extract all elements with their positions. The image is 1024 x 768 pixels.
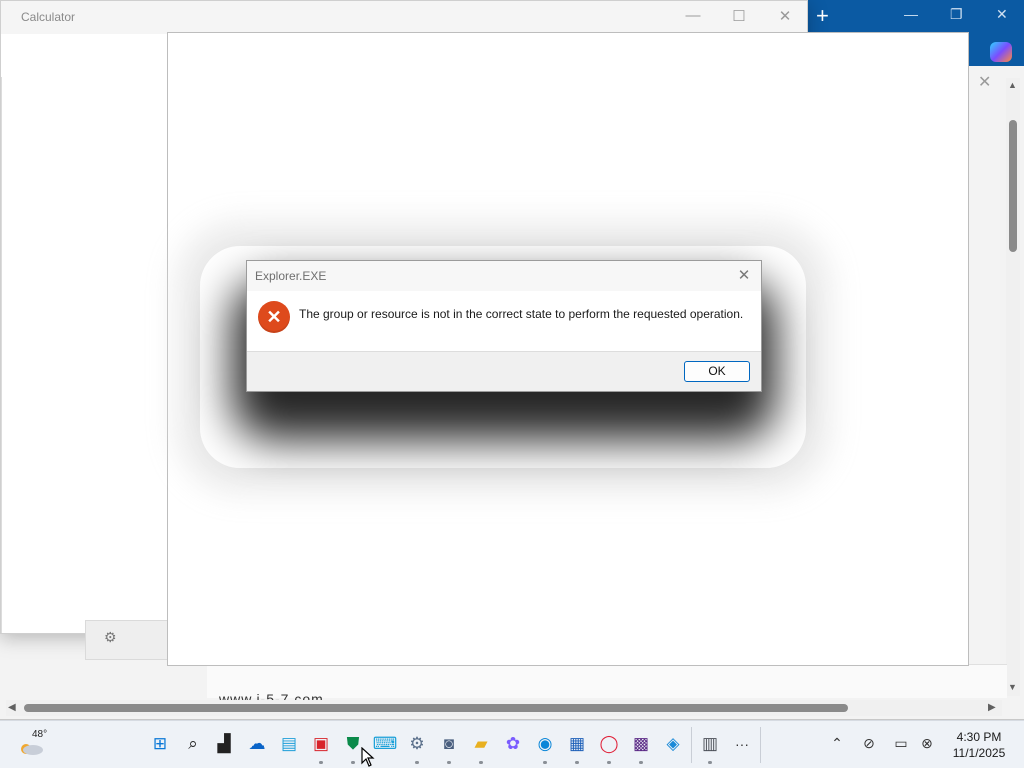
scroll-down-icon[interactable]: ▼ — [1008, 682, 1017, 692]
notepad-icon[interactable]: ▤ — [278, 733, 300, 755]
calculator-close-button[interactable]: ✕ — [770, 7, 800, 25]
search-icon[interactable]: ⌕ — [182, 733, 204, 755]
calculator-minimize-button[interactable]: — — [678, 7, 708, 24]
taskbar: 48° ⊞ ⌕ ▟ ☁ ▤ ▣ ⛊ ⌨ ⚙ ◙ ▰ ✿ ◉ ▦ ◯ ▩ ◈ ▥ ··· ⌃ ⊘ ▭ ⊗ 4:30 P… — [0, 720, 1024, 768]
horizontal-scrollbar[interactable]: ◀ ▶ — [6, 700, 1002, 716]
running-indicator — [447, 761, 451, 764]
camera-icon[interactable]: ◙ — [438, 733, 460, 755]
calculator-settings-area[interactable]: ⚙ — [85, 620, 168, 660]
error-dialog: Explorer.EXE ✕ ✕ The group or resource i… — [246, 260, 762, 392]
copilot-badge-icon[interactable] — [990, 42, 1012, 62]
taskbar-separator — [691, 727, 692, 763]
task-view-icon[interactable]: ▟ — [213, 733, 235, 755]
panel-close-button[interactable]: ✕ — [978, 72, 991, 92]
mouse-cursor-icon — [361, 747, 375, 767]
opera-icon[interactable]: ◯ — [598, 733, 620, 755]
running-indicator — [479, 761, 483, 764]
weather-widget[interactable]: 48° — [18, 729, 54, 761]
running-indicator — [708, 761, 712, 764]
copilot-icon[interactable]: ✿ — [502, 733, 524, 755]
visual-studio-icon[interactable]: ▩ — [630, 733, 652, 755]
remote-desktop-icon[interactable]: ◈ — [662, 733, 684, 755]
display-icon[interactable]: ▭ — [891, 735, 911, 755]
browser-bottom-content: www.i-5-7.com — [207, 664, 1007, 707]
new-tab-button[interactable]: + — [816, 3, 829, 29]
store-icon[interactable]: ▦ — [566, 733, 588, 755]
onedrive-icon[interactable]: ☁ — [246, 733, 268, 755]
browser-minimize-button[interactable]: — — [904, 6, 918, 22]
start-icon[interactable]: ⊞ — [149, 733, 171, 755]
calculator-titlebar: Calculator — ☐ ✕ — [1, 1, 807, 34]
weather-temp: 48° — [32, 729, 48, 740]
scroll-up-icon[interactable]: ▲ — [1008, 80, 1017, 90]
dialog-close-button[interactable]: ✕ — [733, 266, 755, 284]
taskbar-separator — [760, 727, 761, 763]
vertical-scroll-thumb[interactable] — [1009, 120, 1017, 252]
more-apps-icon[interactable]: ··· — [731, 733, 753, 755]
gear-icon[interactable]: ⚙ — [104, 629, 117, 646]
running-indicator — [319, 761, 323, 764]
edge-icon[interactable]: ◉ — [534, 733, 556, 755]
settings-icon[interactable]: ⚙ — [406, 733, 428, 755]
ok-button[interactable]: OK — [684, 361, 750, 382]
tray-chevron-icon[interactable]: ⌃ — [827, 735, 847, 755]
running-indicator — [415, 761, 419, 764]
network-icon[interactable]: ⊘ — [859, 735, 879, 755]
scroll-right-icon[interactable]: ▶ — [988, 702, 996, 713]
volume-icon[interactable]: ⊗ — [917, 735, 937, 755]
calculator-maximize-button[interactable]: ☐ — [724, 7, 754, 25]
office-icon[interactable]: ▣ — [310, 733, 332, 755]
dialog-titlebar: Explorer.EXE ✕ — [247, 261, 761, 291]
dialog-title: Explorer.EXE — [255, 269, 327, 283]
calculator-title: Calculator — [21, 10, 76, 24]
running-indicator — [351, 761, 355, 764]
clock-date: 11/1/2025 — [952, 746, 1006, 760]
browser-close-button[interactable]: ✕ — [996, 6, 1008, 23]
clock-time: 4:30 PM — [956, 730, 1002, 744]
taskbar-clock[interactable]: 4:30 PM 11/1/2025 — [944, 729, 1014, 761]
calculator-icon[interactable]: ▥ — [699, 733, 721, 755]
horizontal-scroll-thumb[interactable] — [24, 704, 848, 712]
keyboard-icon[interactable]: ⌨ — [373, 733, 398, 755]
dialog-message: The group or resource is not in the corr… — [299, 307, 744, 321]
calculator-side-edge — [1, 77, 9, 633]
scroll-left-icon[interactable]: ◀ — [8, 702, 16, 713]
browser-restore-button[interactable]: ❐ — [950, 6, 963, 23]
vertical-scrollbar[interactable]: ▲ ▼ — [1006, 78, 1020, 696]
running-indicator — [543, 761, 547, 764]
dialog-footer: OK — [247, 351, 761, 391]
file-explorer-icon[interactable]: ▰ — [470, 733, 492, 755]
running-indicator — [575, 761, 579, 764]
weather-cloud-icon — [21, 744, 43, 755]
running-indicator — [607, 761, 611, 764]
running-indicator — [639, 761, 643, 764]
error-icon: ✕ — [258, 301, 290, 333]
browser-titlebar: + — ❐ ✕ — [808, 0, 1024, 33]
